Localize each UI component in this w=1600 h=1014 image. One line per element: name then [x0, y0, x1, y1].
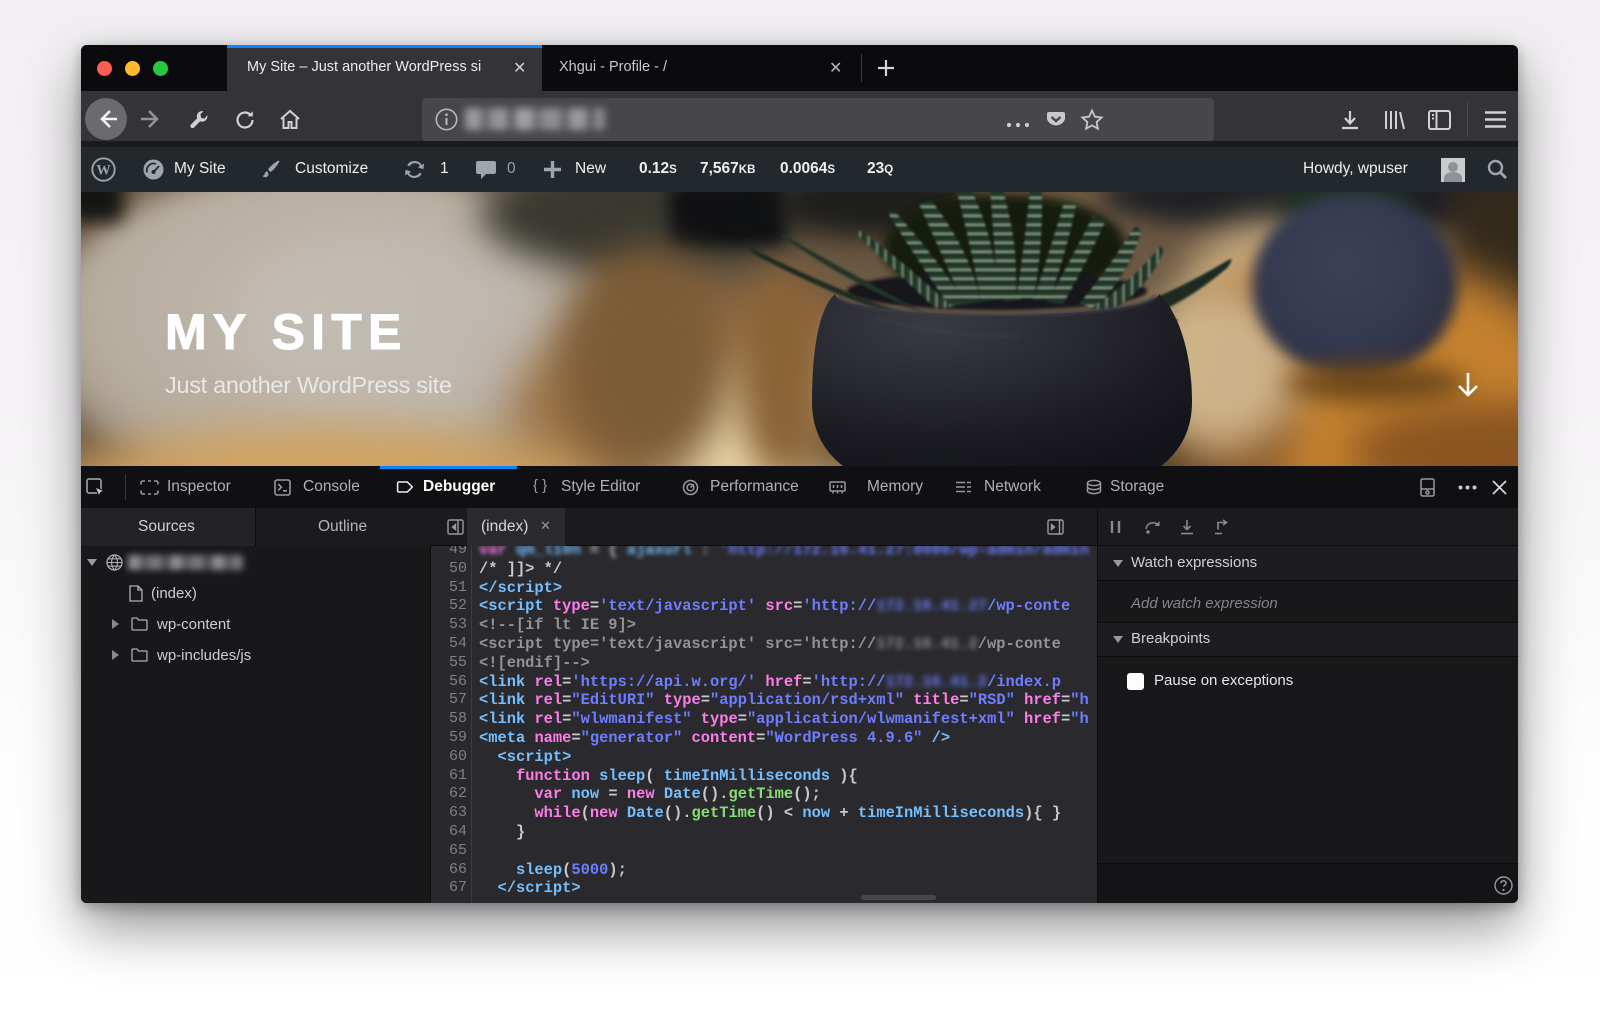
svg-text:W: W [96, 162, 111, 178]
